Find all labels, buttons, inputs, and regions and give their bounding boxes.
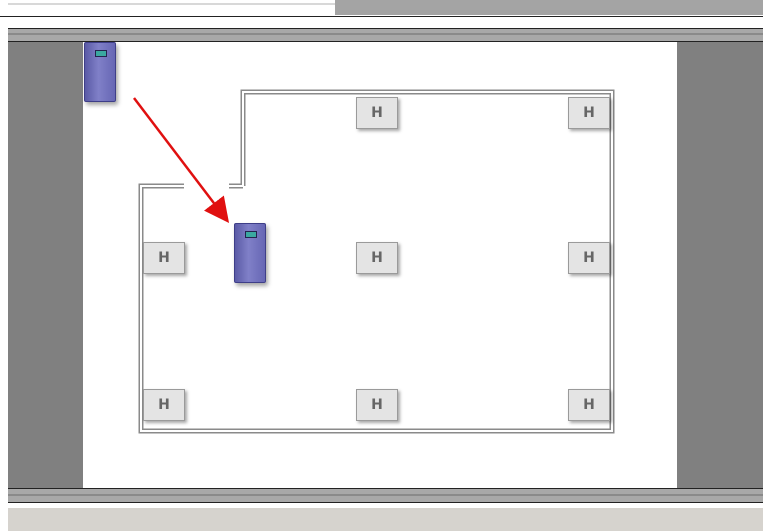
room-marker[interactable]: H — [356, 97, 398, 129]
room-marker[interactable]: H — [568, 242, 610, 274]
move-arrow — [133, 97, 230, 223]
room-marker[interactable]: H — [568, 389, 610, 421]
room-marker[interactable]: H — [143, 389, 185, 421]
room-marker[interactable]: H — [143, 242, 185, 274]
server-rack-icon-source[interactable] — [84, 42, 116, 102]
server-display-icon — [95, 50, 107, 57]
server-rack-icon-placed[interactable] — [234, 223, 266, 283]
room-marker[interactable]: H — [356, 242, 398, 274]
room-marker[interactable]: H — [568, 97, 610, 129]
room-marker[interactable]: H — [356, 389, 398, 421]
server-display-icon — [245, 231, 257, 238]
floor-plan: H H H H H H H H — [0, 0, 763, 531]
